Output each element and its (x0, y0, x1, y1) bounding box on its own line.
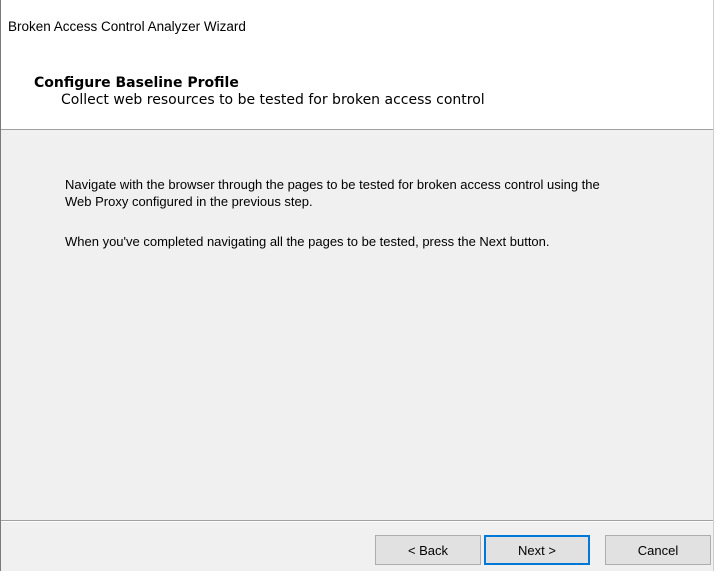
cancel-button[interactable]: Cancel (605, 535, 711, 565)
instructions-paragraph: Navigate with the browser through the pa… (65, 177, 600, 209)
wizard-header: Configure Baseline Profile Collect web r… (1, 40, 713, 130)
page-subtitle: Collect web resources to be tested for b… (61, 92, 485, 108)
footer-divider (1, 520, 713, 522)
back-button[interactable]: < Back (375, 535, 481, 565)
next-button[interactable]: Next > (484, 535, 590, 565)
wizard-content: Navigate with the browser through the pa… (1, 130, 713, 520)
page-title: Configure Baseline Profile (34, 75, 239, 91)
title-bar: Broken Access Control Analyzer Wizard (1, 0, 713, 40)
window-title: Broken Access Control Analyzer Wizard (8, 19, 246, 34)
wizard-window: Broken Access Control Analyzer Wizard Co… (0, 0, 714, 571)
completion-paragraph: When you've completed navigating all the… (65, 234, 550, 249)
